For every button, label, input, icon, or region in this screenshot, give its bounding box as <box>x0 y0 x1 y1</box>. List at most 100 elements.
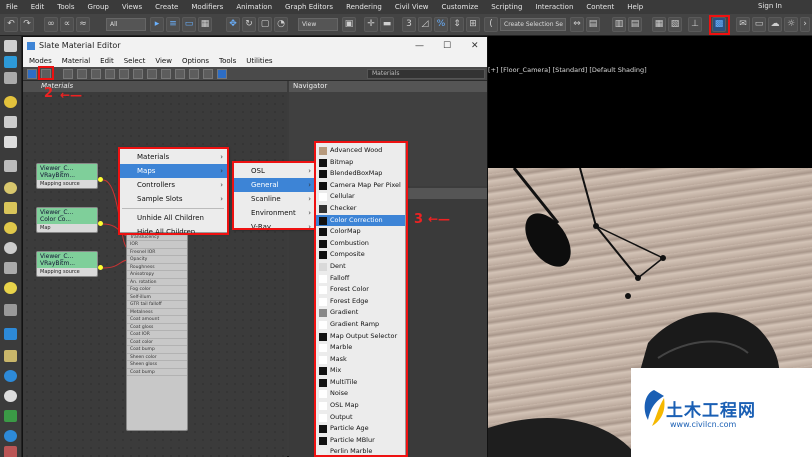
systems-icon[interactable] <box>4 350 17 362</box>
delete-icon[interactable] <box>77 69 87 79</box>
angle-snap-icon[interactable]: ◿ <box>418 17 432 32</box>
menu-item[interactable]: Create <box>155 3 178 11</box>
hierarchy-panel-icon[interactable] <box>4 72 17 84</box>
slate-title-bar[interactable]: Slate Material Editor — ☐ ✕ <box>23 37 487 55</box>
snaps-toggle-icon[interactable]: 3 <box>402 17 416 32</box>
node-viewer-1[interactable]: Viewer_C... VRayBitm... Mapping source <box>36 163 98 189</box>
hide-unused-icon[interactable] <box>105 69 115 79</box>
move-children-icon[interactable] <box>91 69 101 79</box>
select-by-material-icon[interactable] <box>203 69 213 79</box>
slate-menu-item[interactable]: Select <box>124 57 146 65</box>
ribbon-toggle-icon[interactable]: ▦ <box>652 17 666 32</box>
node-slot[interactable]: Sheen color <box>127 354 187 361</box>
menu-item[interactable]: Help <box>627 3 643 11</box>
node-slot[interactable]: Opacity <box>127 256 187 264</box>
slate-menu-item[interactable]: Tools <box>219 57 236 65</box>
node-viewer-3[interactable]: Viewer_C... VRayBitm... Mapping source <box>36 251 98 277</box>
show-map-icon[interactable] <box>119 69 129 79</box>
layout-all-icon[interactable] <box>147 69 157 79</box>
edit-named-sets-icon[interactable]: ⊞ <box>466 17 480 32</box>
slate-menu-item[interactable]: Options <box>182 57 209 65</box>
globe-icon[interactable] <box>4 370 17 382</box>
node-viewer-2[interactable]: Viewer_C... Color Co... Map <box>36 207 98 233</box>
node-slot[interactable]: Coat IOR <box>127 331 187 339</box>
curve-editor-icon[interactable]: ▧ <box>668 17 682 32</box>
render-icon[interactable] <box>4 430 17 442</box>
menu-item[interactable]: Customize <box>442 3 479 11</box>
select-by-name-icon[interactable]: ≡ <box>166 17 180 32</box>
vray-icon[interactable] <box>4 410 17 422</box>
menu-item[interactable]: Modifiers <box>191 3 223 11</box>
bind-spacewarp-icon[interactable]: ≈ <box>76 17 90 32</box>
modify-panel-icon[interactable] <box>4 56 17 68</box>
menu-item[interactable]: Civil View <box>395 3 429 11</box>
render-cloud-icon[interactable]: › <box>800 17 810 32</box>
node-slot[interactable]: Coat bump <box>127 369 187 376</box>
menu-item[interactable]: Tools <box>57 3 74 11</box>
close-icon[interactable]: ✕ <box>471 37 479 55</box>
unlink-icon[interactable]: ∝ <box>60 17 74 32</box>
create-selection-set-dropdown[interactable]: Create Selection Se <box>500 18 566 31</box>
box-icon[interactable] <box>4 202 17 214</box>
node-slot[interactable]: Fog color <box>127 286 187 294</box>
place-icon[interactable]: ◔ <box>274 17 288 32</box>
material-view-dropdown[interactable]: Materials <box>367 69 485 79</box>
select-object-icon[interactable]: ▸ <box>150 17 164 32</box>
slate-menu-item[interactable]: Material <box>62 57 90 65</box>
slate-menu-item[interactable]: Modes <box>29 57 52 65</box>
minimize-icon[interactable]: — <box>415 37 424 55</box>
node-slot[interactable]: Roughness <box>127 264 187 271</box>
reference-coord-dropdown[interactable]: View <box>298 18 338 31</box>
menu-item[interactable]: Scripting <box>491 3 522 11</box>
slate-menu-item[interactable]: Edit <box>100 57 114 65</box>
named-selection-icon[interactable]: ( <box>484 17 498 32</box>
keyboard-shortcut-icon[interactable]: ▬ <box>380 17 394 32</box>
menu-item[interactable]: Graph Editors <box>285 3 333 11</box>
node-slot[interactable]: Metalness <box>127 309 187 316</box>
node-slot[interactable]: Anisotropy <box>127 271 187 279</box>
display-panel-icon[interactable] <box>4 116 17 128</box>
schematic-view-icon[interactable]: ⊥ <box>688 17 702 32</box>
undo-icon[interactable]: ↶ <box>4 17 18 32</box>
render-setup-icon[interactable]: ✉ <box>736 17 750 32</box>
pivot-icon[interactable]: ▣ <box>342 17 356 32</box>
redo-icon[interactable]: ↷ <box>20 17 34 32</box>
menu-item[interactable]: Edit <box>31 3 45 11</box>
node-slot[interactable]: Coat gloss <box>127 324 187 331</box>
link-icon[interactable]: ∞ <box>44 17 58 32</box>
scene-explorer-icon[interactable]: ▥ <box>612 17 626 32</box>
node-slot[interactable]: GTR tail falloff <box>127 301 187 309</box>
parameter-editor-icon[interactable] <box>189 69 199 79</box>
node-slot[interactable]: An. rotation <box>127 279 187 286</box>
node-slot[interactable]: Coat amount <box>127 316 187 324</box>
layout-children-icon[interactable] <box>161 69 171 79</box>
maximize-icon[interactable]: ☐ <box>443 37 451 55</box>
utilities-panel-icon[interactable] <box>4 136 17 148</box>
rendered-frame-icon[interactable]: ▭ <box>752 17 766 32</box>
node-slot[interactable]: Coat color <box>127 339 187 346</box>
scale-icon[interactable]: ▢ <box>258 17 272 32</box>
env-icon[interactable] <box>4 390 17 402</box>
selection-filter-dropdown[interactable]: All <box>106 18 146 31</box>
spacewarp-icon[interactable] <box>4 328 17 340</box>
sun-icon[interactable] <box>4 282 17 294</box>
node-slot[interactable]: IOR <box>127 241 187 249</box>
camera-icon[interactable] <box>4 242 17 254</box>
sphere-icon[interactable] <box>4 182 17 194</box>
node-slot[interactable]: Sheen gloss <box>127 361 187 369</box>
view-toggle-icon[interactable] <box>217 69 227 79</box>
menu-item[interactable]: Content <box>586 3 614 11</box>
rect-selection-icon[interactable]: ▭ <box>182 17 196 32</box>
create-panel-icon[interactable] <box>4 40 17 52</box>
tool-icon[interactable] <box>4 160 17 172</box>
slate-menu-item[interactable]: View <box>155 57 172 65</box>
assign-material-icon[interactable] <box>63 69 73 79</box>
node-slot[interactable]: Fresnel IOR <box>127 249 187 256</box>
window-crossing-icon[interactable]: ▦ <box>198 17 212 32</box>
render-iterative-icon[interactable]: ☼ <box>784 17 798 32</box>
percent-snap-icon[interactable]: % <box>434 17 448 32</box>
layer-explorer-icon[interactable]: ▤ <box>628 17 642 32</box>
settings-icon[interactable] <box>4 446 17 457</box>
menu-item[interactable]: Group <box>88 3 109 11</box>
slate-menu-item[interactable]: Utilities <box>246 57 272 65</box>
